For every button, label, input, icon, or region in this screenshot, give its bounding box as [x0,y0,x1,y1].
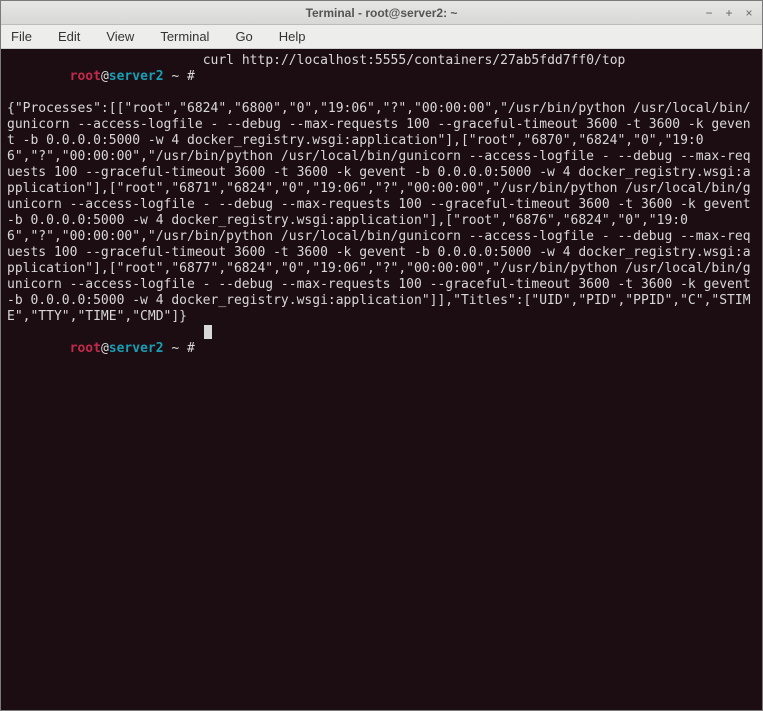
prompt-hash: # [187,69,195,84]
menu-help[interactable]: Help [275,27,310,46]
close-button[interactable]: × [742,6,756,20]
cursor [204,325,212,339]
prompt-sep2 [179,341,187,356]
prompt-sep3 [195,341,203,356]
minimize-button[interactable]: − [702,6,716,20]
menu-view[interactable]: View [102,27,138,46]
terminal-window: Terminal - root@server2: ~ − + × File Ed… [0,0,763,711]
command-text: curl http://localhost:5555/containers/27… [203,53,626,101]
window-title: Terminal - root@server2: ~ [1,6,762,20]
prompt-sep2 [179,69,187,84]
terminal-area[interactable]: root@server2 ~ # curl http://localhost:5… [1,49,762,710]
menu-terminal[interactable]: Terminal [156,27,213,46]
menu-go[interactable]: Go [231,27,256,46]
window-controls: − + × [702,6,762,20]
prompt-user: root [70,341,101,356]
prompt-host: server2 [109,69,164,84]
menu-file[interactable]: File [7,27,36,46]
prompt-host: server2 [109,341,164,356]
prompt-line-1: root@server2 ~ # curl http://localhost:5… [7,53,756,101]
prompt-line-2: root@server2 ~ # [7,325,756,373]
titlebar[interactable]: Terminal - root@server2: ~ − + × [1,1,762,25]
command-output: {"Processes":[["root","6824","6800","0",… [7,101,756,325]
prompt-at: @ [101,341,109,356]
prompt-at: @ [101,69,109,84]
prompt-sep3 [195,69,203,84]
menubar: File Edit View Terminal Go Help [1,25,762,49]
menu-edit[interactable]: Edit [54,27,84,46]
prompt-user: root [70,69,101,84]
prompt-hash: # [187,341,195,356]
maximize-button[interactable]: + [722,6,736,20]
